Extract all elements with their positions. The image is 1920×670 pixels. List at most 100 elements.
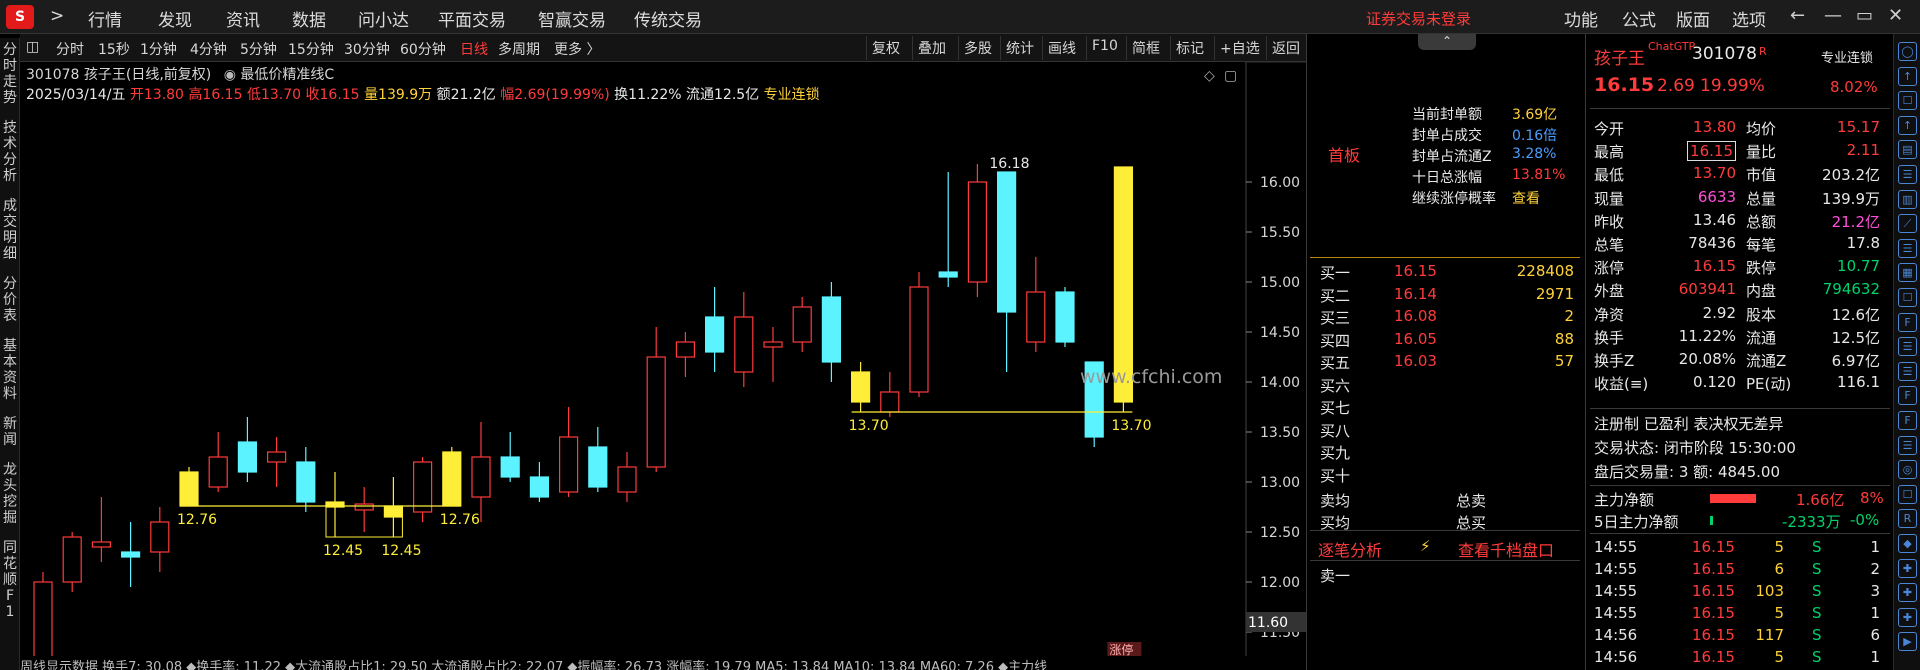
bid-price-0[interactable]: 16.15 bbox=[1394, 262, 1437, 280]
view-thousand-depth-link[interactable]: 查看千档盘口 bbox=[1458, 537, 1554, 561]
main-net-pct: 8% bbox=[1860, 489, 1884, 507]
seal-value-4[interactable]: 查看 bbox=[1512, 188, 1540, 208]
period-7[interactable]: 60分钟 bbox=[400, 39, 446, 59]
collapse-handle[interactable]: ⌃ bbox=[1418, 34, 1476, 50]
tool-7[interactable]: 标记 bbox=[1170, 36, 1209, 60]
tick-count-4: 6 bbox=[1870, 626, 1880, 644]
left-tab-0[interactable]: 分时走势 bbox=[2, 42, 18, 106]
tool-5[interactable]: F10 bbox=[1086, 36, 1123, 60]
period-1[interactable]: 15秒 bbox=[98, 39, 130, 59]
trend-icon[interactable]: ⟋ bbox=[1898, 214, 1917, 234]
arrow-up-icon[interactable]: ↑ bbox=[1898, 66, 1917, 86]
list-icon[interactable]: ☰ bbox=[1898, 165, 1917, 184]
menu-arrow[interactable]: > bbox=[50, 6, 64, 26]
cross-icon[interactable]: ✚ bbox=[1898, 583, 1917, 603]
left-tab-2[interactable]: 成交明细 bbox=[2, 198, 18, 262]
tick-time-0: 14:55 bbox=[1594, 538, 1638, 556]
f2-icon[interactable]: F bbox=[1898, 411, 1917, 430]
tick-time-4: 14:56 bbox=[1594, 626, 1638, 644]
period-9[interactable]: 多周期 bbox=[498, 39, 540, 59]
period-2[interactable]: 1分钟 bbox=[140, 39, 177, 59]
candle-body bbox=[558, 436, 579, 493]
industry-name[interactable]: 专业连锁 bbox=[1821, 47, 1873, 66]
square-icon[interactable]: ☐ bbox=[1898, 288, 1917, 307]
registration-info: 注册制 已盈利 表决权无差异 bbox=[1594, 415, 1784, 433]
right-menu-1[interactable]: 公式 bbox=[1622, 6, 1656, 31]
doc-icon[interactable]: ☰ bbox=[1898, 337, 1917, 357]
left-tab-6[interactable]: 龙头挖掘 bbox=[2, 462, 18, 526]
plus-icon[interactable]: ✚ bbox=[1898, 558, 1917, 578]
target-icon[interactable]: ◎ bbox=[1898, 460, 1917, 480]
frame-icon[interactable]: ☐ bbox=[1898, 484, 1917, 504]
tool-1[interactable]: 叠加 bbox=[912, 36, 951, 60]
tool-0[interactable]: 复权 bbox=[866, 36, 905, 60]
tool-3[interactable]: 统计 bbox=[1000, 36, 1039, 60]
period-6[interactable]: 30分钟 bbox=[344, 39, 390, 59]
period-5[interactable]: 15分钟 bbox=[288, 39, 334, 59]
menu-0[interactable]: 行情 bbox=[88, 6, 122, 31]
y-tick-label: 14.50 bbox=[1260, 325, 1300, 341]
period-0[interactable]: 分时 bbox=[56, 39, 84, 59]
box-icon[interactable]: ☐ bbox=[1898, 91, 1917, 111]
move-icon[interactable]: ✚ bbox=[1898, 607, 1917, 627]
tool-8[interactable]: +自选 bbox=[1214, 36, 1265, 60]
rows-icon[interactable]: ☰ bbox=[1898, 435, 1917, 455]
left-tab-1[interactable]: 技术分析 bbox=[2, 120, 18, 184]
toolbar-toggle-icon[interactable]: ◫ bbox=[26, 39, 39, 55]
menu-icon[interactable]: ☰ bbox=[1898, 238, 1917, 258]
bid-price-3[interactable]: 16.05 bbox=[1394, 330, 1437, 348]
doc2-icon[interactable]: ☰ bbox=[1898, 361, 1917, 381]
back-icon[interactable]: ← bbox=[1790, 5, 1805, 26]
close-icon[interactable]: ✕ bbox=[1888, 5, 1903, 26]
f-icon[interactable]: F bbox=[1898, 386, 1917, 406]
maximize-icon[interactable]: ▭ bbox=[1856, 5, 1873, 26]
period-3[interactable]: 4分钟 bbox=[190, 39, 227, 59]
period-10[interactable]: 更多 〉 bbox=[554, 39, 600, 59]
f10-icon[interactable]: F bbox=[1898, 312, 1917, 332]
app-logo-icon[interactable]: S bbox=[6, 5, 34, 29]
rsi-icon[interactable]: R bbox=[1898, 509, 1917, 529]
right-menu-2[interactable]: 版面 bbox=[1676, 6, 1710, 31]
limit-up-badge: 涨停 bbox=[1109, 642, 1133, 656]
period-8[interactable]: 日线 bbox=[460, 39, 488, 59]
tool-4[interactable]: 画线 bbox=[1042, 36, 1081, 60]
tick-analysis-title[interactable]: 逐笔分析 bbox=[1318, 537, 1382, 561]
menu-4[interactable]: 问小达 bbox=[358, 6, 409, 31]
period-4[interactable]: 5分钟 bbox=[240, 39, 277, 59]
tool-9[interactable]: 返回 bbox=[1266, 36, 1305, 60]
bid-price-2[interactable]: 16.08 bbox=[1394, 307, 1437, 325]
left-tab-7[interactable]: 同花顺F1 bbox=[2, 540, 18, 620]
tool-2[interactable]: 多股 bbox=[958, 36, 997, 60]
candlestick-chart[interactable]: 16.00 15.50 15.00 14.50 14.00 13.50 13.00 12.50… bbox=[20, 62, 1306, 656]
minimize-icon[interactable]: — bbox=[1824, 5, 1842, 26]
bid-price-4[interactable]: 16.03 bbox=[1394, 352, 1437, 370]
arrow-icon[interactable]: ↑ bbox=[1898, 115, 1917, 135]
tool-6[interactable]: 简框 bbox=[1126, 36, 1165, 60]
left-tab-3[interactable]: 分价表 bbox=[2, 276, 18, 324]
quote-value-11-b: 116.1 bbox=[1837, 373, 1880, 392]
trade-login-status[interactable]: 证券交易未登录 bbox=[1366, 8, 1471, 29]
circle-icon[interactable]: ◯ bbox=[1898, 42, 1917, 61]
right-menu-3[interactable]: 选项 bbox=[1732, 6, 1766, 31]
grid-icon[interactable]: ▤ bbox=[1898, 140, 1917, 160]
bid-price-1[interactable]: 16.14 bbox=[1394, 285, 1437, 303]
diamond-icon[interactable]: ◆ bbox=[1898, 534, 1917, 553]
matrix-icon[interactable]: ▦ bbox=[1898, 263, 1917, 283]
quote-label-8-b: 股本 bbox=[1746, 305, 1777, 324]
table-icon[interactable]: ▥ bbox=[1898, 189, 1917, 209]
quote-label-4-a: 昨收 bbox=[1594, 212, 1625, 231]
left-tab-5[interactable]: 新闻 bbox=[2, 416, 18, 448]
play-icon[interactable]: ▶ bbox=[1898, 632, 1917, 652]
quote-label-2-b: 市值 bbox=[1746, 166, 1777, 185]
quote-label-11-b: PE(动) bbox=[1746, 375, 1792, 394]
menu-5[interactable]: 平面交易 bbox=[438, 6, 506, 31]
menu-1[interactable]: 发现 bbox=[158, 6, 192, 31]
menu-3[interactable]: 数据 bbox=[292, 6, 326, 31]
left-tab-4[interactable]: 基本资料 bbox=[2, 338, 18, 402]
candle-body bbox=[442, 451, 462, 507]
menu-6[interactable]: 智赢交易 bbox=[538, 6, 606, 31]
right-menu-0[interactable]: 功能 bbox=[1564, 6, 1598, 31]
menu-2[interactable]: 资讯 bbox=[226, 6, 260, 31]
menu-7[interactable]: 传统交易 bbox=[634, 6, 702, 31]
candle-body bbox=[150, 521, 170, 553]
